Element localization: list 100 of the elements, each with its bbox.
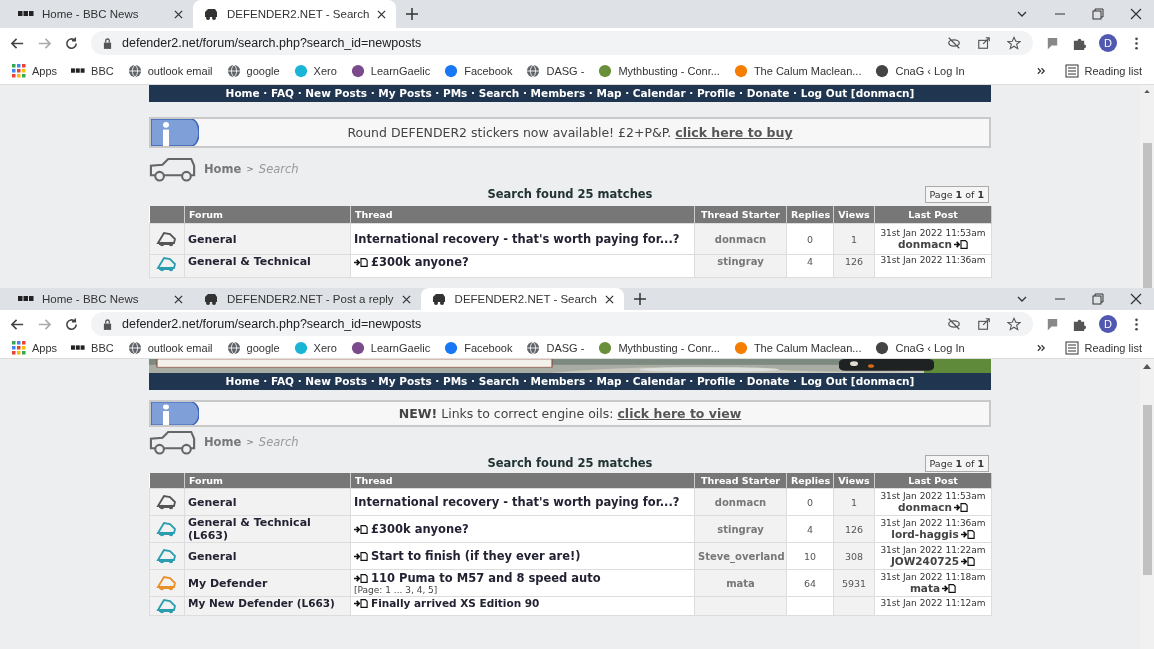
last-poster[interactable]: mata [909,582,941,594]
bookmark[interactable]: The Calum Maclean... [733,64,862,78]
close-icon[interactable] [401,294,411,304]
thread-starter[interactable]: mata [726,577,755,589]
bookmark[interactable]: Xero [293,64,337,78]
bookmark[interactable]: google [226,64,280,78]
restore-icon[interactable] [1092,293,1104,305]
thread-link[interactable]: £300k anyone? [371,522,469,536]
bookmark[interactable]: CnaG ‹ Log In [875,341,965,355]
thread-link[interactable]: £300k anyone? [371,255,469,269]
views-count: 5931 [841,577,867,589]
share-icon[interactable] [977,36,991,50]
browser-tab[interactable]: DEFENDER2.NET - Post a reply [193,288,421,310]
new-tab-icon[interactable] [406,8,419,20]
scroll-up-icon[interactable] [1143,89,1151,94]
restore-icon[interactable] [1092,8,1104,20]
reload-icon[interactable] [64,316,79,332]
go-to-post-icon[interactable] [953,502,968,512]
replies-count: 0 [806,496,813,508]
last-post-date: 31st Jan 2022 11:36am [879,518,987,528]
bookmark[interactable]: Facebook [444,341,513,355]
last-poster[interactable]: lord-haggis [891,528,959,540]
bookmark[interactable]: Mythbusting - Conr... [598,64,720,78]
scrollbar[interactable] [1140,85,1154,288]
notice-link[interactable]: click here to view [617,406,742,421]
close-icon[interactable] [604,294,614,304]
reading-list-button[interactable]: Reading list [1064,64,1142,78]
thread-link[interactable]: 110 Puma to M57 and 8 speed auto [371,571,601,585]
eye-slash-icon[interactable] [947,36,961,50]
go-to-post-icon[interactable] [953,239,968,249]
new-post-icon[interactable] [354,257,368,267]
go-to-post-icon[interactable] [942,583,957,593]
scrollbar-thumb[interactable] [1142,405,1152,575]
bookmark[interactable]: CnaG ‹ Log In [875,64,965,78]
bookmark[interactable]: The Calum Maclean... [733,341,862,355]
bookmark[interactable]: LearnGaelic [350,64,431,78]
browser-tab[interactable]: Home - BBC News [8,288,193,310]
navigation-bar[interactable]: Home · FAQ · New Posts · My Posts · PMs · Search · Members · Map · Calendar · Profile · Donate · Log Out [donmacn] [149,373,991,390]
profile-avatar[interactable]: D [1099,34,1117,52]
reload-icon[interactable] [64,35,79,51]
breadcrumb-current: Search [258,435,299,449]
flag-icon[interactable] [1045,35,1060,51]
new-tab-icon[interactable] [633,293,646,305]
star-icon[interactable] [1007,36,1021,50]
scrollbar[interactable] [1140,359,1154,649]
bookmark[interactable]: DASG - [526,64,585,78]
replies-count: 4 [806,523,813,535]
scroll-up-icon[interactable] [1143,363,1151,369]
navigation-bar[interactable]: Home · FAQ · New Posts · My Posts · PMs · Search · Members · Map · Calendar · Profile · Donate · Log Out [donmacn] [149,85,991,102]
views-count: 1 [850,233,857,245]
browser-tab[interactable]: Home - BBC News [8,0,193,28]
replies-count: 10 [803,550,817,562]
bookmark[interactable]: DASG - [526,341,585,355]
close-icon[interactable] [377,9,387,19]
bookmark[interactable]: Xero [293,341,337,355]
bookmark[interactable]: BBC [71,341,114,355]
lock-icon [103,318,112,330]
bookmark[interactable]: BBC [71,64,114,78]
address-field[interactable]: defender2.net/forum/search.php?search_id=newposts [91,312,1033,336]
bookmark[interactable]: Apps [12,64,58,78]
bookmark[interactable]: outlook email [127,341,213,355]
bookmark[interactable]: Mythbusting - Conr... [598,341,720,355]
views-count: 1 [850,496,857,508]
eye-slash-icon[interactable] [947,317,961,331]
last-post-date: 31st Jan 2022 11:22am [879,545,987,555]
new-post-icon[interactable] [354,599,368,608]
go-to-post-icon[interactable] [961,556,976,566]
bookmark[interactable]: google [226,341,280,355]
close-icon[interactable] [174,9,183,19]
thread-pages-link[interactable]: [Page: 1 ... 3, 4, 5] [354,585,691,595]
reading-list-button[interactable]: Reading list [1064,341,1142,355]
browser-tab[interactable]: DEFENDER2.NET - Search [420,288,624,310]
scrollbar-thumb[interactable] [1142,143,1152,288]
bookmark[interactable]: Facebook [444,64,513,78]
close-icon[interactable] [1130,8,1142,20]
star-icon[interactable] [1007,317,1021,331]
bookmark[interactable]: outlook email [127,64,213,78]
last-poster[interactable]: donmacn [898,501,952,513]
close-icon[interactable] [174,294,183,304]
breadcrumb-separator: > [246,164,254,174]
bookmark[interactable]: Apps [12,341,58,355]
new-post-icon[interactable] [354,573,368,583]
notice-link[interactable]: click here to buy [675,125,793,140]
breadcrumb-link[interactable]: Home [204,435,242,449]
profile-avatar[interactable]: D [1099,315,1117,333]
browser-tab[interactable]: DEFENDER2.NET - Search [193,0,397,28]
bookmark[interactable]: LearnGaelic [350,341,431,355]
address-field[interactable]: defender2.net/forum/search.php?search_id=newposts [91,31,1033,55]
flag-icon[interactable] [1045,316,1060,332]
new-post-icon[interactable] [354,551,368,561]
go-to-post-icon[interactable] [960,529,975,539]
share-icon[interactable] [977,317,991,331]
new-post-icon[interactable] [354,524,368,534]
column-header: Thread [350,473,695,489]
last-poster[interactable]: JOW240725 [890,555,960,567]
last-poster[interactable]: donmacn [898,238,952,250]
breadcrumb-link[interactable]: Home [204,162,242,176]
close-icon[interactable] [1130,293,1142,305]
breadcrumb-current: Search [258,162,299,176]
column-header: Views [833,206,875,224]
